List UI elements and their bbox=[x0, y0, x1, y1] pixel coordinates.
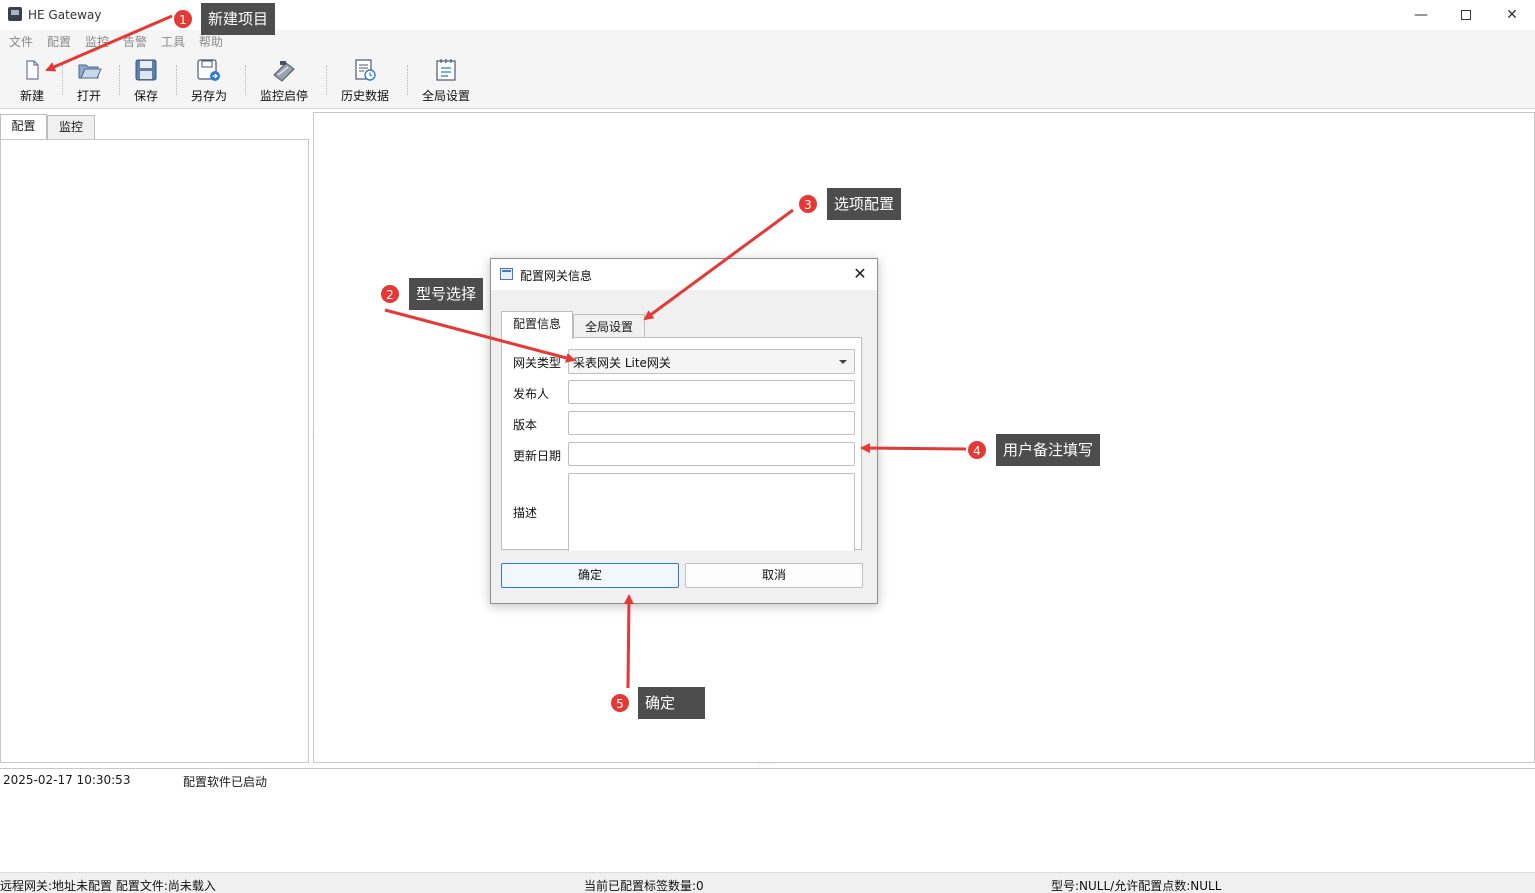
toolbar-separator bbox=[407, 65, 408, 95]
annotation-2-label: 型号选择 bbox=[409, 278, 484, 310]
version-input[interactable] bbox=[568, 411, 855, 435]
annotation-4-label: 用户备注填写 bbox=[996, 434, 1101, 466]
monitor-toggle-button[interactable]: 监控启停 bbox=[258, 57, 310, 104]
tab-config[interactable]: 配置 bbox=[0, 114, 47, 140]
open-label: 打开 bbox=[76, 89, 101, 103]
global-settings-icon bbox=[436, 59, 456, 81]
description-textarea[interactable] bbox=[568, 473, 855, 551]
save-as-icon bbox=[197, 59, 220, 81]
history-data-button[interactable]: 历史数据 bbox=[339, 57, 391, 104]
annotation-2-badge: 2 bbox=[380, 284, 400, 304]
status-remote-gateway: 远程网关:地址未配置 配置文件:尚未载入 bbox=[0, 879, 216, 893]
horizontal-splitter[interactable]: ····· bbox=[758, 759, 776, 768]
new-button[interactable]: 新建 bbox=[14, 57, 50, 104]
save-as-button[interactable]: 另存为 bbox=[187, 57, 231, 104]
log-message: 配置软件已启动 bbox=[183, 775, 268, 789]
save-as-label: 另存为 bbox=[190, 89, 227, 103]
description-label: 描述 bbox=[513, 506, 538, 520]
history-data-icon bbox=[355, 59, 376, 81]
annotation-4-badge: 4 bbox=[967, 440, 987, 460]
menu-tools[interactable]: 工具 bbox=[161, 33, 185, 50]
log-panel: 2025-02-17 10:30:53 配置软件已启动 bbox=[0, 768, 1535, 872]
toolbar: 新建 打开 保存 另存为 监控启停 历史数据 全局设置 bbox=[0, 51, 1535, 109]
status-tag-count: 当前已配置标签数量:0 bbox=[584, 879, 704, 893]
menu-monitor[interactable]: 监控 bbox=[85, 33, 109, 50]
monitor-toggle-label: 监控启停 bbox=[259, 89, 308, 103]
open-folder-icon bbox=[78, 64, 102, 79]
save-button[interactable]: 保存 bbox=[128, 57, 164, 104]
menu-config[interactable]: 配置 bbox=[47, 33, 71, 50]
annotation-3-badge: 3 bbox=[798, 194, 818, 214]
toolbar-separator bbox=[326, 65, 327, 95]
project-tree-panel bbox=[0, 139, 309, 763]
dialog-close-button[interactable]: ✕ bbox=[849, 264, 871, 284]
ok-button[interactable]: 确定 bbox=[501, 563, 679, 588]
dialog-window-icon bbox=[500, 268, 513, 280]
update-date-label: 更新日期 bbox=[513, 449, 562, 463]
window-title: HE Gateway bbox=[28, 8, 102, 22]
dialog-title: 配置网关信息 bbox=[520, 269, 593, 283]
tab-global-settings[interactable]: 全局设置 bbox=[573, 314, 645, 339]
config-info-form: 网关类型 采表网关 Lite网关 发布人 版本 更新日期 描述 bbox=[501, 337, 862, 551]
global-settings-label: 全局设置 bbox=[421, 89, 470, 103]
maximize-button[interactable] bbox=[1451, 4, 1481, 26]
annotation-5-badge: 5 bbox=[610, 693, 630, 713]
gateway-type-label: 网关类型 bbox=[513, 356, 562, 370]
update-date-input[interactable] bbox=[568, 442, 855, 466]
minimize-button[interactable]: — bbox=[1406, 4, 1436, 26]
annotation-3-label: 选项配置 bbox=[827, 188, 902, 220]
cancel-button[interactable]: 取消 bbox=[685, 563, 863, 588]
new-file-icon bbox=[26, 60, 39, 80]
publisher-label: 发布人 bbox=[513, 387, 550, 401]
status-bar: 远程网关:地址未配置 配置文件:尚未载入 当前已配置标签数量:0 型号:NULL… bbox=[0, 872, 1535, 893]
history-data-label: 历史数据 bbox=[340, 89, 389, 103]
gateway-type-select[interactable]: 采表网关 Lite网关 bbox=[568, 349, 855, 374]
save-disk-icon bbox=[135, 59, 157, 81]
tab-config-info[interactable]: 配置信息 bbox=[501, 311, 573, 339]
status-model: 型号:NULL/允许配置点数:NULL bbox=[1051, 879, 1222, 893]
maximize-icon bbox=[1461, 10, 1471, 20]
new-label: 新建 bbox=[19, 89, 44, 103]
monitor-toggle-icon bbox=[273, 61, 295, 82]
annotation-1-badge: 1 bbox=[173, 9, 193, 29]
log-timestamp: 2025-02-17 10:30:53 bbox=[3, 773, 131, 787]
open-button[interactable]: 打开 bbox=[71, 57, 107, 104]
menu-alarm[interactable]: 告警 bbox=[123, 33, 147, 50]
menu-help[interactable]: 帮助 bbox=[199, 33, 223, 50]
menu-file[interactable]: 文件 bbox=[9, 33, 33, 50]
dialog-title-bar: 配置网关信息 ✕ bbox=[491, 259, 877, 290]
publisher-input[interactable] bbox=[568, 380, 855, 404]
gateway-info-dialog: 配置网关信息 ✕ 配置信息 全局设置 网关类型 采表网关 Lite网关 发布人 … bbox=[490, 258, 878, 604]
close-window-button[interactable]: ✕ bbox=[1497, 4, 1527, 26]
annotation-1-label: 新建项目 bbox=[201, 3, 276, 35]
toolbar-separator bbox=[176, 65, 177, 95]
tab-monitor[interactable]: 监控 bbox=[47, 115, 95, 139]
version-label: 版本 bbox=[513, 418, 538, 432]
annotation-5-label: 确定 bbox=[638, 687, 705, 719]
chevron-down-icon bbox=[839, 360, 847, 364]
toolbar-separator bbox=[245, 65, 246, 95]
global-settings-button[interactable]: 全局设置 bbox=[420, 57, 472, 104]
gateway-type-value: 采表网关 Lite网关 bbox=[573, 356, 671, 370]
app-logo-icon bbox=[8, 7, 22, 21]
save-label: 保存 bbox=[133, 89, 158, 103]
toolbar-separator bbox=[62, 65, 63, 95]
toolbar-separator bbox=[119, 65, 120, 95]
